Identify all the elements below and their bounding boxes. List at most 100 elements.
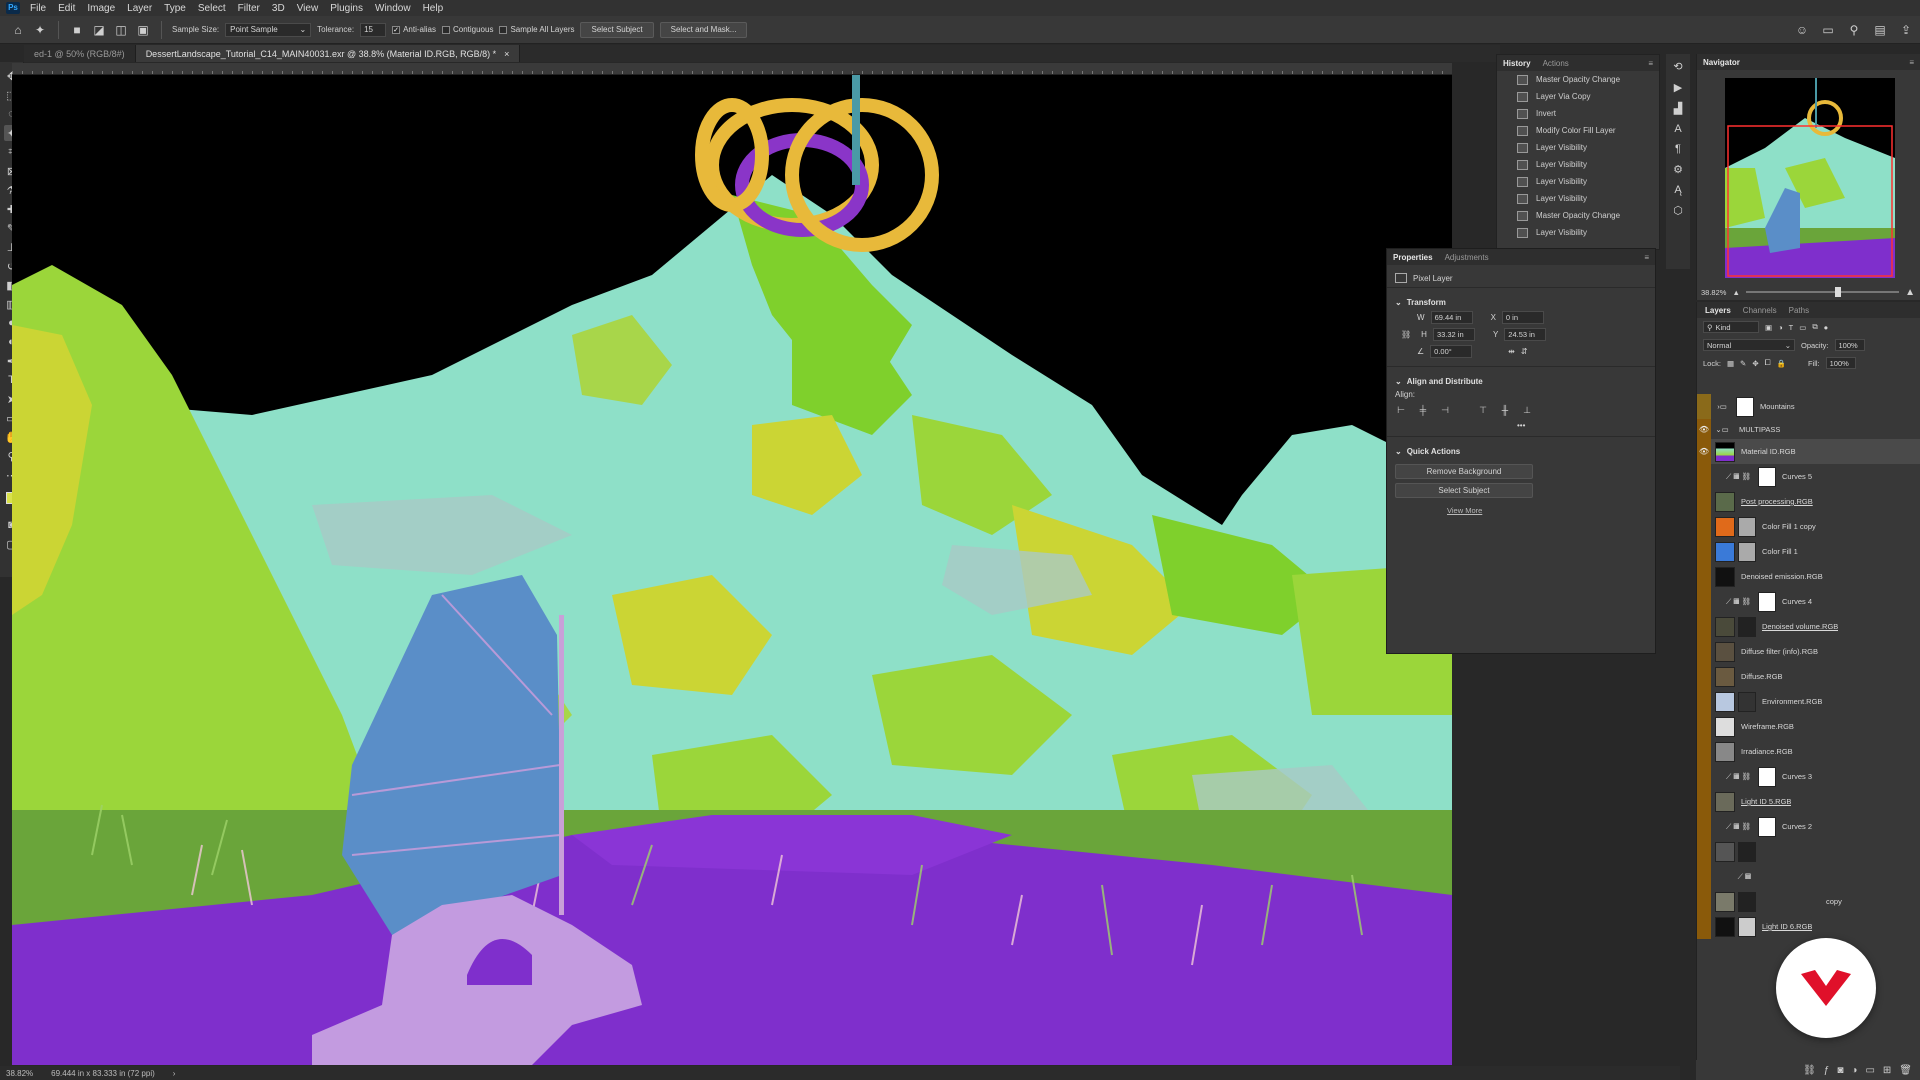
- layer-row[interactable]: ⟋ ▦ ⛓ Curves 3: [1697, 764, 1920, 789]
- new-group-icon[interactable]: ▭: [1865, 1065, 1874, 1076]
- history-item[interactable]: Master Opacity Change: [1497, 71, 1659, 88]
- filter-adjustment-icon[interactable]: ◑: [1778, 323, 1783, 332]
- navigator-zoom-slider[interactable]: [1745, 287, 1900, 297]
- layer-row[interactable]: Color Fill 1 copy: [1697, 514, 1920, 539]
- visibility-toggle[interactable]: [1697, 789, 1711, 814]
- link-icon[interactable]: ⛓: [1401, 330, 1411, 339]
- visibility-toggle[interactable]: [1697, 864, 1711, 889]
- eye-icon[interactable]: 👁: [1697, 439, 1711, 464]
- visibility-toggle[interactable]: [1697, 714, 1711, 739]
- navigator-thumbnail[interactable]: [1725, 78, 1895, 278]
- menu-window[interactable]: Window: [369, 3, 417, 14]
- visibility-toggle[interactable]: [1697, 589, 1711, 614]
- 3d-panel-icon[interactable]: ⬡: [1673, 204, 1683, 217]
- sample-size-select[interactable]: Point Sample ⌄: [225, 22, 312, 37]
- more-options-icon[interactable]: •••: [1517, 421, 1525, 430]
- share-icon[interactable]: ⇪: [1898, 22, 1914, 38]
- menu-select[interactable]: Select: [192, 3, 232, 14]
- search-icon[interactable]: ⚲: [1846, 22, 1862, 38]
- layer-row[interactable]: ⟋ ▦ ⛓ Curves 5: [1697, 464, 1920, 489]
- layer-row[interactable]: ⟋ ▦ ⛓ Curves 2: [1697, 814, 1920, 839]
- panel-menu-icon[interactable]: ≡: [1909, 58, 1914, 67]
- visibility-toggle[interactable]: [1697, 664, 1711, 689]
- history-item[interactable]: Master Opacity Change: [1497, 207, 1659, 224]
- tab-properties[interactable]: Properties: [1393, 253, 1433, 262]
- horizontal-ruler[interactable]: [12, 63, 1452, 75]
- lock-image-icon[interactable]: ✎: [1740, 359, 1746, 368]
- visibility-toggle[interactable]: [1697, 914, 1711, 939]
- align-middle-v-icon[interactable]: ╫: [1499, 405, 1511, 415]
- tab-history[interactable]: History: [1503, 59, 1531, 68]
- menu-plugins[interactable]: Plugins: [324, 3, 369, 14]
- learn-icon[interactable]: ▭: [1820, 22, 1836, 38]
- visibility-toggle[interactable]: [1697, 464, 1711, 489]
- transform-section-header[interactable]: ⌄ Transform: [1387, 292, 1655, 311]
- add-style-icon[interactable]: ƒ: [1824, 1065, 1830, 1076]
- visibility-toggle[interactable]: [1697, 489, 1711, 514]
- layer-row[interactable]: Denoised emission.RGB: [1697, 564, 1920, 589]
- glyphs-panel-icon[interactable]: Ą: [1674, 184, 1681, 196]
- layer-group-row[interactable]: 👁 ⌄▭ MULTIPASS: [1697, 419, 1920, 439]
- user-icon[interactable]: ☺: [1794, 22, 1810, 38]
- menu-help[interactable]: Help: [417, 3, 450, 14]
- menu-file[interactable]: File: [24, 3, 52, 14]
- zoom-in-icon[interactable]: ▲: [1905, 287, 1915, 298]
- layer-row[interactable]: [1697, 839, 1920, 864]
- subtract-selection-icon[interactable]: ◫: [113, 22, 129, 38]
- history-item[interactable]: Layer Visibility: [1497, 190, 1659, 207]
- align-center-h-icon[interactable]: ╪: [1417, 405, 1429, 415]
- tolerance-input[interactable]: 15: [360, 22, 387, 37]
- layer-row[interactable]: Color Fill 1: [1697, 539, 1920, 564]
- width-field[interactable]: 69.44 in: [1430, 311, 1473, 324]
- layer-row[interactable]: Light ID 6.RGB: [1697, 914, 1920, 939]
- filter-shape-icon[interactable]: ▭: [1799, 323, 1806, 332]
- history-panel-icon[interactable]: ⟲: [1673, 60, 1682, 73]
- align-bottom-icon[interactable]: ⊥: [1521, 405, 1533, 415]
- menu-image[interactable]: Image: [81, 3, 121, 14]
- zoom-level[interactable]: 38.82%: [6, 1069, 33, 1078]
- menu-layer[interactable]: Layer: [121, 3, 158, 14]
- tab-channels[interactable]: Channels: [1743, 306, 1777, 315]
- tab-navigator[interactable]: Navigator: [1703, 58, 1740, 67]
- height-field[interactable]: 33.32 in: [1432, 328, 1475, 341]
- select-subject-button[interactable]: Select Subject: [580, 21, 654, 38]
- tab-actions[interactable]: Actions: [1543, 59, 1569, 68]
- x-field[interactable]: 0 in: [1501, 311, 1544, 324]
- zoom-slider-handle[interactable]: [1834, 287, 1841, 297]
- filter-pixel-icon[interactable]: ▣: [1765, 323, 1772, 332]
- tab-adjustments[interactable]: Adjustments: [1445, 253, 1489, 262]
- actions-panel-icon[interactable]: ▶: [1674, 81, 1682, 94]
- layer-row-selected[interactable]: 👁 Material ID.RGB: [1697, 439, 1920, 464]
- delete-layer-icon[interactable]: 🗑: [1899, 1065, 1912, 1076]
- panel-menu-icon[interactable]: ≡: [1644, 253, 1649, 262]
- layer-row[interactable]: ⟋ ▦: [1697, 864, 1920, 889]
- angle-field[interactable]: 0.00°: [1430, 345, 1473, 358]
- histogram-panel-icon[interactable]: ▟: [1674, 102, 1682, 115]
- visibility-toggle[interactable]: [1697, 764, 1711, 789]
- history-item[interactable]: Invert: [1497, 105, 1659, 122]
- document-canvas[interactable]: [12, 75, 1452, 1065]
- filter-toggle-icon[interactable]: ●: [1824, 323, 1829, 332]
- flip-vertical-icon[interactable]: ⇵: [1521, 347, 1528, 356]
- history-item[interactable]: Layer Via Copy: [1497, 88, 1659, 105]
- align-section-header[interactable]: ⌄ Align and Distribute: [1387, 371, 1655, 390]
- remove-background-button[interactable]: Remove Background: [1395, 464, 1533, 479]
- paragraph-panel-icon[interactable]: ¶: [1675, 143, 1681, 155]
- history-item[interactable]: Layer Visibility: [1497, 173, 1659, 190]
- view-more-link[interactable]: View More: [1447, 506, 1655, 515]
- select-subject-button[interactable]: Select Subject: [1395, 483, 1533, 498]
- flip-horizontal-icon[interactable]: ⇹: [1508, 347, 1515, 356]
- quick-actions-header[interactable]: ⌄ Quick Actions: [1387, 441, 1655, 460]
- visibility-toggle[interactable]: [1697, 394, 1711, 419]
- history-item[interactable]: Layer Visibility: [1497, 139, 1659, 156]
- close-icon[interactable]: ×: [504, 49, 509, 59]
- visibility-toggle[interactable]: [1697, 514, 1711, 539]
- workspace-icon[interactable]: ▤: [1872, 22, 1888, 38]
- eye-icon[interactable]: 👁: [1697, 419, 1711, 439]
- magic-wand-tool-icon[interactable]: ✦: [32, 22, 48, 38]
- visibility-toggle[interactable]: [1697, 614, 1711, 639]
- visibility-toggle[interactable]: [1697, 639, 1711, 664]
- history-item[interactable]: Layer Visibility: [1497, 224, 1659, 241]
- menu-edit[interactable]: Edit: [52, 3, 81, 14]
- select-and-mask-button[interactable]: Select and Mask...: [659, 21, 748, 38]
